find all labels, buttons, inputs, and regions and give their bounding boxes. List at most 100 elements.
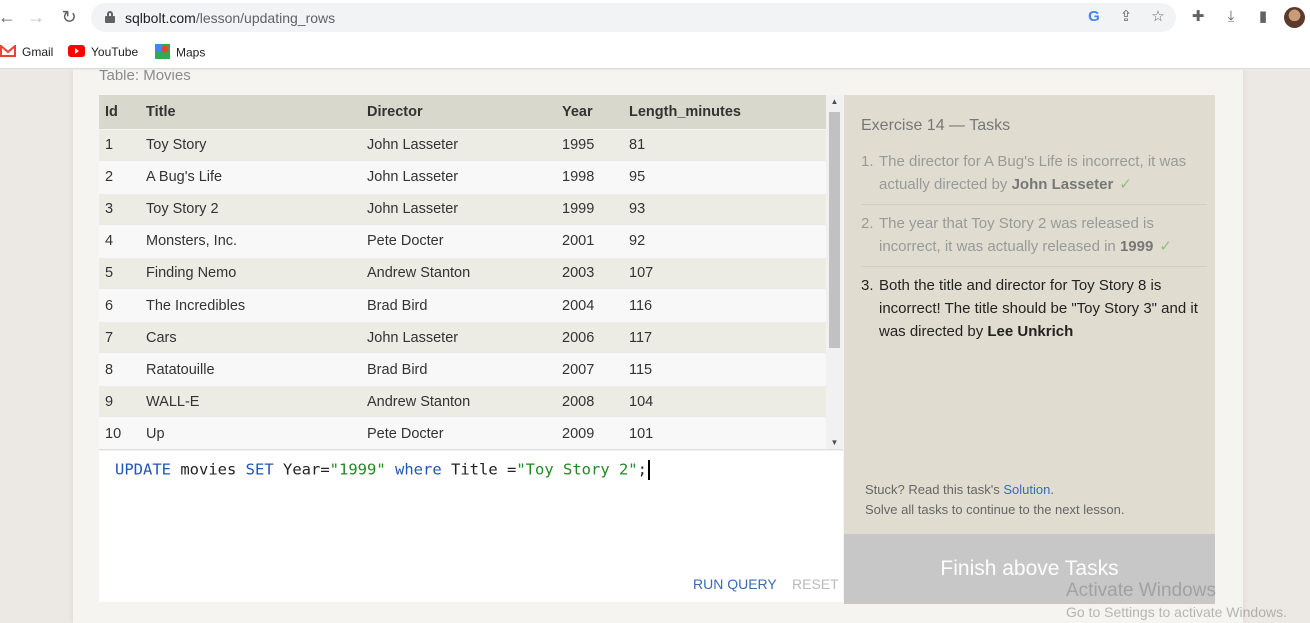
profile-avatar[interactable] [1284, 7, 1305, 28]
finish-tasks-button[interactable]: Finish above Tasks [844, 534, 1215, 604]
table-cell: Toy Story 2 [140, 192, 361, 226]
table-cell: 2007 [556, 353, 623, 386]
table-scrollbar[interactable]: ▲ ▼ [826, 95, 843, 449]
checkmark-icon: ✓ [1119, 176, 1132, 193]
side-panel-icon[interactable]: ▮ [1253, 7, 1273, 27]
results-table: Id Title Director Year Length_minutes 1T… [99, 95, 826, 449]
column-header: Director [361, 95, 556, 129]
table-cell: 2009 [556, 417, 623, 449]
table-cell: 1998 [556, 160, 623, 194]
task-answer: Lee Unkrich [987, 323, 1074, 340]
sql-token: Title = [441, 460, 517, 479]
bookmark-label: Gmail [22, 45, 54, 59]
back-arrow-icon[interactable]: ← [0, 6, 18, 28]
stuck-text: Stuck? Read this task's [865, 482, 1004, 497]
column-header: Title [140, 95, 361, 129]
table-cell: 1995 [556, 128, 623, 162]
table-row: 7 Cars John Lasseter 2006 117 [99, 321, 826, 354]
table-cell: Finding Nemo [140, 256, 361, 290]
continue-text: Solve all tasks to continue to the next … [865, 502, 1125, 517]
table-cell: 10 [99, 417, 140, 449]
results-table-container: Id Title Director Year Length_minutes 1T… [99, 95, 843, 450]
scroll-thumb[interactable] [829, 112, 840, 348]
table-cell: 93 [623, 192, 826, 226]
reset-button[interactable]: RESET [792, 576, 839, 592]
forward-arrow-icon[interactable]: → [25, 6, 47, 28]
table-row: 10 Up Pete Docter 2009 101 [99, 417, 826, 449]
query-editor[interactable]: UPDATE movies SET Year="1999" where Titl… [99, 451, 843, 602]
table-cell: The Incredibles [140, 288, 361, 322]
table-cell: Pete Docter [361, 224, 556, 258]
url-text: sqlbolt.com/lesson/updating_rows [125, 10, 335, 26]
tasks-panel: Exercise 14 — Tasks 1. The director for A… [844, 95, 1215, 534]
table-cell: Pete Docter [361, 417, 556, 449]
column-header: Length_minutes [623, 95, 826, 129]
sql-string: "Toy Story 2" [516, 460, 638, 479]
table-cell: 3 [99, 192, 140, 226]
task-list: 1. The director for A Bug's Life is incor… [861, 149, 1207, 357]
google-icon[interactable]: G [1085, 8, 1103, 26]
table-cell: 92 [623, 224, 826, 258]
address-bar[interactable]: sqlbolt.com/lesson/updating_rows G ⇪ ☆ [91, 3, 1176, 32]
table-cell: 4 [99, 224, 140, 258]
task-answer: 1999 [1119, 238, 1154, 255]
bookmark-youtube[interactable]: YouTube [68, 44, 138, 60]
solution-link[interactable]: Solution [1003, 482, 1050, 497]
task-answer: John Lasseter [1011, 176, 1114, 193]
bookmark-star-icon[interactable]: ☆ [1149, 8, 1167, 26]
query-text[interactable]: UPDATE movies SET Year="1999" where Titl… [115, 460, 650, 480]
bookmark-gmail[interactable]: Gmail [0, 43, 54, 60]
table-header-row: Id Title Director Year Length_minutes [99, 95, 826, 129]
text-cursor [648, 460, 650, 480]
table-cell: John Lasseter [361, 192, 556, 226]
table-cell: 8 [99, 353, 140, 386]
table-cell: Toy Story [140, 128, 361, 162]
table-cell: 7 [99, 321, 140, 354]
table-cell: 6 [99, 288, 140, 322]
table-cell: 2008 [556, 385, 623, 418]
task-number: 2. [861, 215, 874, 232]
table-cell: John Lasseter [361, 160, 556, 194]
download-icon[interactable]: ⤓ [1221, 7, 1241, 27]
reload-icon[interactable]: ↻ [58, 6, 80, 28]
table-cell: 107 [623, 256, 826, 290]
tasks-title: Exercise 14 — Tasks [861, 117, 1011, 134]
table-row: 8 Ratatouille Brad Bird 2007 115 [99, 353, 826, 386]
task-item: 2. The year that Toy Story 2 was released… [861, 211, 1207, 267]
table-cell: Up [140, 417, 361, 449]
table-cell: 1999 [556, 192, 623, 226]
browser-toolbar: ← → ↻ sqlbolt.com/lesson/updating_rows G… [0, 0, 1310, 35]
sql-token: Year= [273, 460, 330, 479]
stuck-help: Stuck? Read this task's Solution. Solve … [865, 480, 1124, 520]
extensions-puzzle-icon[interactable]: ✚ [1188, 7, 1208, 27]
scroll-down-arrow-icon[interactable]: ▼ [826, 436, 843, 449]
bookmarks-bar: Gmail YouTube Maps [0, 35, 1310, 69]
column-header: Year [556, 95, 623, 129]
task-item: 1. The director for A Bug's Life is incor… [861, 149, 1207, 205]
task-number: 1. [861, 153, 874, 170]
table-cell: 2004 [556, 288, 623, 322]
table-row: 9 WALL-E Andrew Stanton 2008 104 [99, 385, 826, 418]
table-cell: Andrew Stanton [361, 256, 556, 290]
run-query-button[interactable]: RUN QUERY [693, 576, 777, 592]
table-cell: WALL-E [140, 385, 361, 418]
table-cell: 95 [623, 160, 826, 194]
url-host: sqlbolt.com [125, 10, 196, 26]
bookmark-label: YouTube [91, 45, 139, 59]
bookmark-label: Maps [176, 45, 206, 60]
table-cell: Brad Bird [361, 353, 556, 386]
table-cell: 117 [623, 321, 826, 354]
task-item: 3. Both the title and director for Toy St… [861, 273, 1207, 351]
checkmark-icon: ✓ [1159, 238, 1172, 255]
share-icon[interactable]: ⇪ [1117, 8, 1135, 26]
bookmark-maps[interactable]: Maps [155, 44, 205, 60]
scroll-up-arrow-icon[interactable]: ▲ [826, 95, 843, 109]
table-cell: 116 [623, 288, 826, 322]
table-cell: Monsters, Inc. [140, 224, 361, 258]
table-row: 6 The Incredibles Brad Bird 2004 116 [99, 288, 826, 322]
maps-icon [155, 44, 170, 63]
table-cell: 1 [99, 128, 140, 162]
sql-keyword: UPDATE [115, 460, 171, 479]
table-cell: A Bug's Life [140, 160, 361, 194]
table-cell: Cars [140, 321, 361, 354]
